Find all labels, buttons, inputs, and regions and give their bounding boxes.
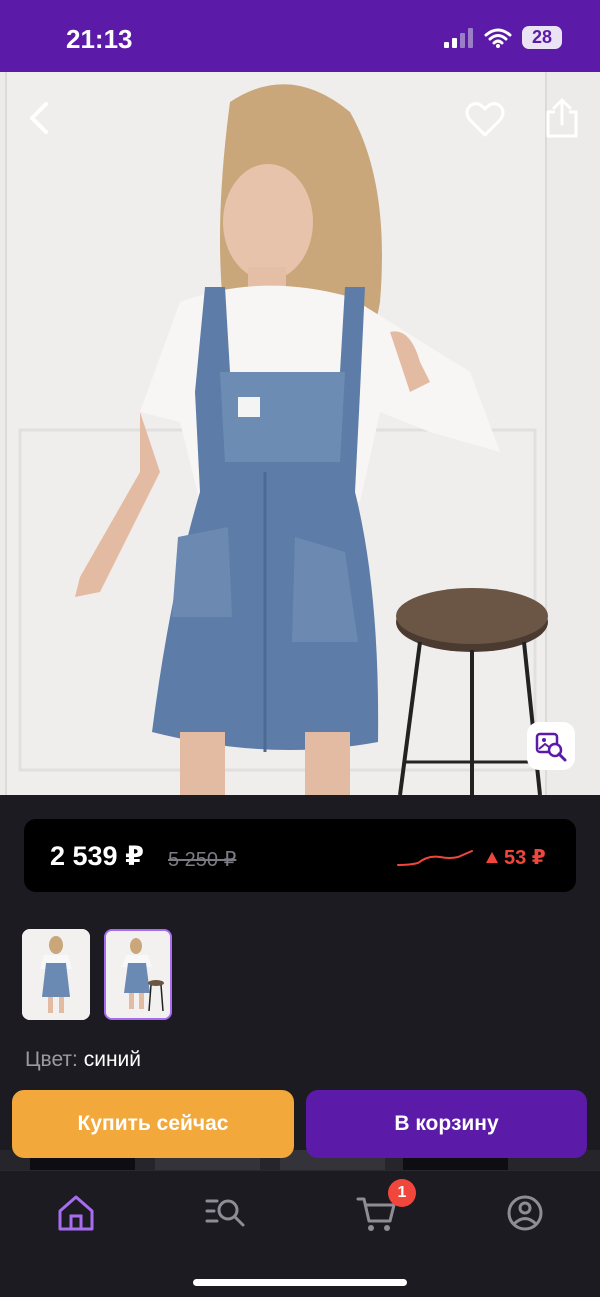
thumbnail-image	[22, 929, 90, 1020]
buy-now-button[interactable]: Купить сейчас	[12, 1090, 294, 1158]
old-price: 5 250 ₽	[168, 849, 237, 871]
price-change: 53 ₽	[486, 845, 546, 870]
heart-icon[interactable]	[464, 100, 506, 140]
current-price: 2 539 ₽	[50, 841, 144, 871]
color-row: Цвет: синий	[25, 1048, 141, 1072]
price-trend-sparkline	[397, 850, 473, 866]
color-label: Цвет:	[25, 1048, 78, 1071]
back-icon[interactable]	[20, 96, 60, 140]
product-photo	[0, 72, 600, 795]
profile-icon[interactable]	[501, 1189, 549, 1237]
catalog-search-icon[interactable]	[201, 1189, 249, 1237]
thumbnail-image	[106, 931, 170, 1018]
battery-indicator: 28	[522, 26, 562, 49]
thumbnail-1[interactable]	[22, 929, 90, 1020]
status-icons: 28	[444, 26, 562, 49]
image-search-button[interactable]	[527, 722, 575, 770]
add-to-cart-button[interactable]: В корзину	[306, 1090, 587, 1158]
cart-badge: 1	[388, 1179, 416, 1207]
arrow-up-icon	[486, 852, 498, 863]
wifi-icon	[484, 28, 512, 48]
status-bar: 21:13 28	[0, 0, 600, 72]
price-card[interactable]: 2 539 ₽ 5 250 ₽ 53 ₽	[24, 819, 576, 892]
home-indicator	[193, 1279, 407, 1286]
product-image[interactable]	[0, 72, 600, 795]
bottom-tab-bar: 1	[0, 1170, 600, 1297]
price-change-value: 53 ₽	[504, 847, 546, 869]
home-icon[interactable]	[52, 1189, 100, 1237]
color-value: синий	[83, 1048, 142, 1071]
signal-icon	[444, 27, 473, 48]
image-search-icon	[535, 732, 567, 762]
thumbnail-2[interactable]	[104, 929, 172, 1020]
status-time: 21:13	[66, 24, 133, 54]
share-icon[interactable]	[540, 96, 584, 142]
